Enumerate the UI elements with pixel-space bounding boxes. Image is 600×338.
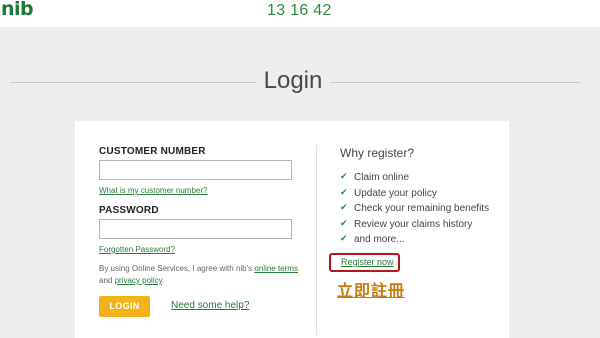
page-title-row: Login bbox=[0, 65, 600, 99]
terms-suffix: . bbox=[162, 276, 165, 285]
page-title: Login bbox=[263, 67, 323, 94]
register-annotation: 立即註冊 bbox=[337, 281, 406, 300]
benefit-label: and more... bbox=[354, 234, 405, 245]
title-divider-left bbox=[10, 82, 256, 83]
nib-logo[interactable]: nib bbox=[1, 0, 34, 20]
list-item: ✔ Claim online bbox=[340, 171, 489, 187]
customer-number-help-link[interactable]: What is my customer number? bbox=[99, 186, 207, 195]
check-icon: ✔ bbox=[340, 172, 348, 182]
register-now-link[interactable]: Register now bbox=[341, 257, 394, 267]
privacy-policy-link[interactable]: privacy policy bbox=[115, 276, 162, 285]
terms-and: and bbox=[99, 276, 113, 285]
benefit-label: Check your remaining benefits bbox=[354, 203, 490, 214]
phone-number[interactable]: 13 16 42 bbox=[267, 2, 332, 20]
benefit-label: Claim online bbox=[354, 172, 410, 183]
check-icon: ✔ bbox=[340, 234, 348, 244]
register-highlight-box: Register now bbox=[329, 253, 400, 272]
password-label: PASSWORD bbox=[99, 205, 159, 216]
list-item: ✔ Update your policy bbox=[340, 187, 489, 203]
list-item: ✔ and more... bbox=[340, 233, 489, 249]
login-card: CUSTOMER NUMBER What is my customer numb… bbox=[75, 121, 509, 338]
terms-prefix: By using Online Services, I agree with n… bbox=[99, 264, 253, 273]
column-divider bbox=[316, 145, 317, 335]
password-input[interactable] bbox=[99, 219, 292, 239]
list-item: ✔ Review your claims history bbox=[340, 218, 489, 234]
top-header-bar: nib 13 16 42 bbox=[0, 0, 600, 27]
forgotten-password-link[interactable]: Forgotten Password? bbox=[99, 245, 175, 254]
terms-text: By using Online Services, I agree with n… bbox=[99, 263, 304, 287]
check-icon: ✔ bbox=[340, 218, 348, 229]
customer-number-input[interactable] bbox=[99, 160, 292, 180]
customer-number-label: CUSTOMER NUMBER bbox=[99, 146, 206, 157]
benefit-label: Update your policy bbox=[354, 187, 437, 199]
title-divider-right bbox=[330, 82, 580, 83]
online-terms-link[interactable]: online terms bbox=[254, 264, 298, 273]
login-button[interactable]: LOGIN bbox=[99, 296, 150, 317]
benefit-label: Review your claims history bbox=[354, 218, 473, 230]
need-help-link[interactable]: Need some help? bbox=[171, 300, 249, 311]
list-item: ✔ Check your remaining benefits bbox=[340, 202, 489, 218]
check-icon: ✔ bbox=[340, 203, 348, 213]
why-register-heading: Why register? bbox=[340, 146, 415, 160]
check-icon: ✔ bbox=[340, 187, 348, 198]
benefits-list: ✔ Claim online ✔ Update your policy ✔ Check… bbox=[340, 171, 489, 249]
